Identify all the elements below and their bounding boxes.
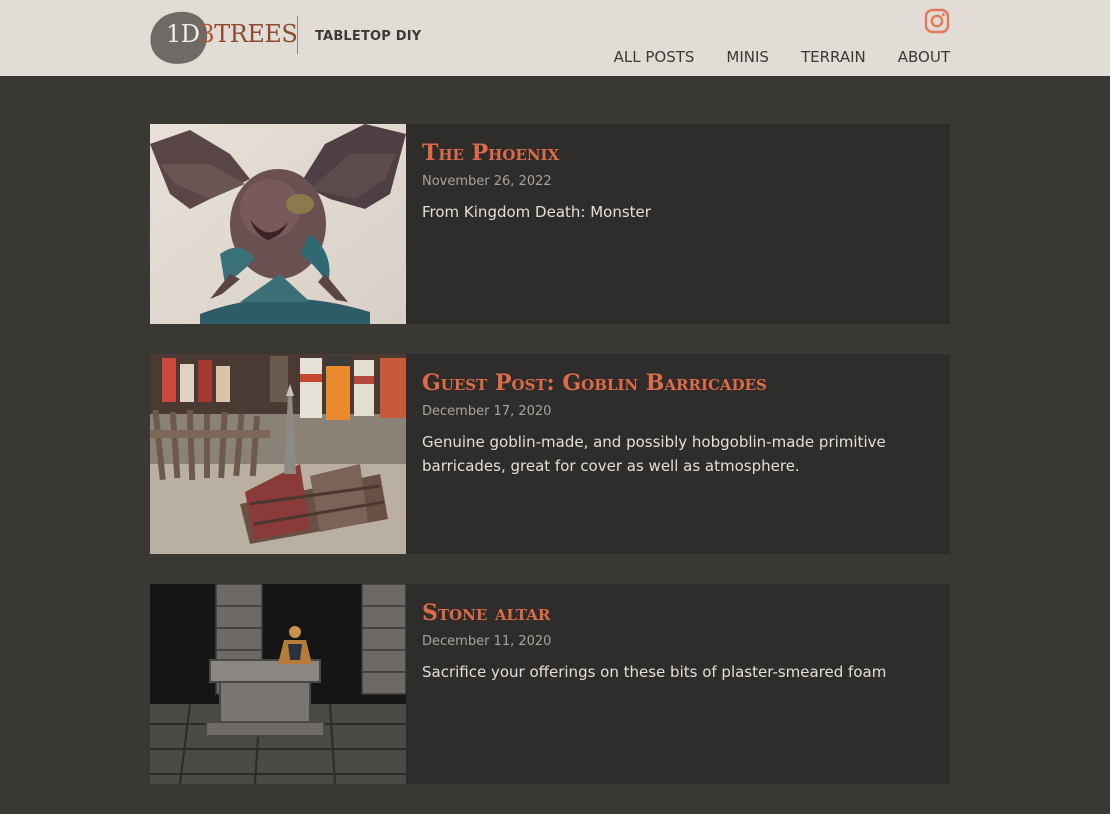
logo-wordmark: 1D3TREES xyxy=(166,18,298,50)
logo-divider xyxy=(297,16,298,54)
post-title[interactable]: Guest Post: Goblin Barricades xyxy=(422,370,934,396)
site-header: 1D3TREES TABLETOP DIY ALL POSTS MINIS TE… xyxy=(0,0,1110,76)
post-body: Guest Post: Goblin Barricades December 1… xyxy=(422,370,934,478)
logo-part-trees: TREES xyxy=(214,20,298,48)
post-date: November 26, 2022 xyxy=(422,174,552,189)
post-thumbnail-phoenix[interactable] xyxy=(150,124,406,324)
post-thumbnail-goblin-barricades[interactable] xyxy=(150,354,406,554)
post-excerpt: From Kingdom Death: Monster xyxy=(422,203,651,221)
post-thumbnail-stone-altar[interactable] xyxy=(150,584,406,784)
nav-minis[interactable]: MINIS xyxy=(726,48,769,66)
post-excerpt: Sacrifice your offerings on these bits o… xyxy=(422,663,887,681)
post-date: December 17, 2020 xyxy=(422,404,552,419)
post-date: December 11, 2020 xyxy=(422,634,552,649)
post-body: The Phoenix November 26, 2022 From Kingd… xyxy=(422,140,934,224)
nav-all-posts[interactable]: ALL POSTS xyxy=(614,48,695,66)
instagram-icon[interactable] xyxy=(924,8,950,34)
post-card[interactable]: Guest Post: Goblin Barricades December 1… xyxy=(150,354,950,554)
post-excerpt: Genuine goblin-made, and possibly hobgob… xyxy=(422,433,886,475)
nav-about[interactable]: ABOUT xyxy=(898,48,950,66)
site-logo[interactable]: 1D3TREES xyxy=(143,4,298,72)
post-card[interactable]: Stone altar December 11, 2020 Sacrifice … xyxy=(150,584,950,784)
main-nav: ALL POSTS MINIS TERRAIN ABOUT xyxy=(614,48,950,66)
post-body: Stone altar December 11, 2020 Sacrifice … xyxy=(422,600,934,684)
post-title[interactable]: Stone altar xyxy=(422,600,934,626)
logo-part-3: 3 xyxy=(199,20,215,48)
post-list: The Phoenix November 26, 2022 From Kingd… xyxy=(150,124,950,814)
site-tagline: TABLETOP DIY xyxy=(315,29,422,44)
post-card[interactable]: The Phoenix November 26, 2022 From Kingd… xyxy=(150,124,950,324)
nav-terrain[interactable]: TERRAIN xyxy=(801,48,866,66)
logo-part-1d: 1D xyxy=(166,20,200,48)
post-title[interactable]: The Phoenix xyxy=(422,140,934,166)
